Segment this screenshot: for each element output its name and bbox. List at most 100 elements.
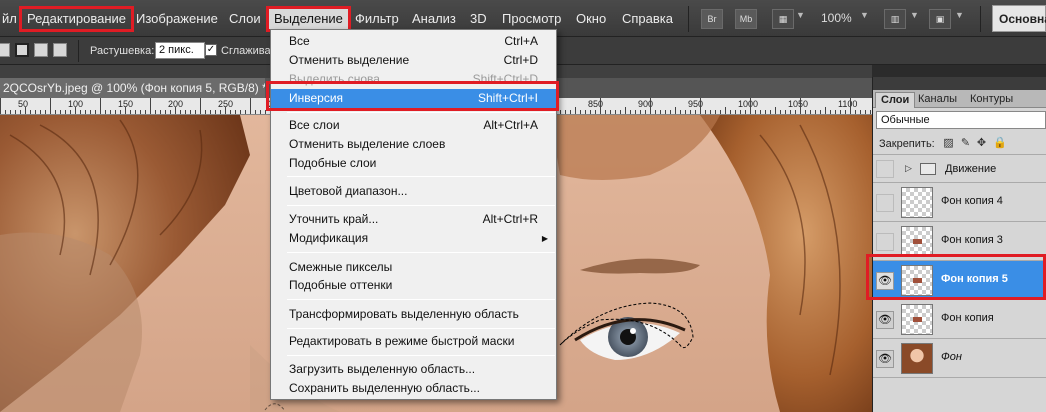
annotation-highlight-inverse [266, 81, 559, 111]
tab-layers[interactable]: Слои [875, 92, 916, 108]
workspace-switcher[interactable]: Основна [992, 5, 1046, 32]
ruler-tick [565, 110, 566, 114]
expand-triangle-icon[interactable]: ▷ [905, 163, 912, 174]
menu-item-label: Загрузить выделенную область... [289, 362, 476, 376]
layer-name[interactable]: Фон [941, 351, 962, 363]
menu-item-similar[interactable]: Подобные оттенки [271, 276, 556, 295]
new-selection-icon[interactable] [0, 43, 10, 57]
eye-icon[interactable]: 👁 [876, 311, 894, 329]
ruler-tick [750, 98, 751, 114]
menu-item-all-layers[interactable]: Все слои Alt+Ctrl+A [271, 116, 556, 135]
antialias-label: Сглаживан [221, 45, 277, 57]
layer-thumbnail [901, 304, 933, 335]
menu-item-color-range[interactable]: Цветовой диапазон... [271, 182, 556, 201]
ruler-tick [770, 110, 771, 114]
arrange-documents-icon[interactable]: ▥ [884, 9, 906, 29]
menu-item-transform-selection[interactable]: Трансформировать выделенную область [271, 305, 556, 324]
eye-icon[interactable]: 👁 [876, 350, 894, 368]
screen-mode-icon[interactable]: ▣ [929, 9, 951, 29]
menu-item-similar-layers[interactable]: Подобные слои [271, 154, 556, 173]
ruler-tick [135, 110, 136, 114]
menu-item-refine-edge[interactable]: Уточнить край... Alt+Ctrl+R [271, 210, 556, 229]
layer-thumbnail [901, 226, 933, 257]
menu-item-grow[interactable]: Смежные пикселы [271, 258, 556, 277]
ruler-tick [185, 110, 186, 114]
visibility-toggle[interactable] [876, 233, 894, 251]
lock-image-icon[interactable]: ✎ [960, 138, 971, 149]
menu-item-quick-mask[interactable]: Редактировать в режиме быстрой маски [271, 332, 556, 351]
menu-edit[interactable]: Редактирование [19, 6, 135, 32]
ruler-tick [45, 110, 46, 114]
visibility-toggle[interactable] [876, 194, 894, 212]
layer-row[interactable]: Фон копия 4 [873, 183, 1046, 222]
intersect-selection-icon[interactable] [53, 43, 67, 57]
ruler-tick [80, 110, 81, 114]
menu-item-label: Отменить выделение слоев [289, 137, 446, 151]
menu-item-select-all[interactable]: Все Ctrl+A [271, 32, 556, 51]
ruler-tick [85, 110, 86, 114]
mini-bridge-button[interactable]: Mb [735, 9, 757, 29]
menu-help[interactable]: Справка [617, 9, 678, 29]
folder-icon [920, 163, 936, 175]
options-divider [78, 40, 79, 62]
menu-item-deselect[interactable]: Отменить выделение Ctrl+D [271, 51, 556, 70]
lock-row: Закрепить: ▨ ✎ ✥ 🔒 [873, 133, 1046, 155]
add-to-selection-icon[interactable] [15, 43, 29, 57]
lock-transparency-icon[interactable]: ▨ [943, 138, 954, 149]
ruler-tick [700, 98, 701, 114]
subtract-from-selection-icon[interactable] [34, 43, 48, 57]
tab-paths[interactable]: Контуры [965, 92, 1018, 108]
ruler-tick [170, 110, 171, 114]
menu-item-save-selection[interactable]: Сохранить выделенную область... [271, 379, 556, 398]
ruler-tick [760, 110, 761, 114]
layer-row[interactable]: 👁 Фон [873, 339, 1046, 378]
layer-row-group[interactable]: ▷ Движение [873, 155, 1046, 183]
menu-item-deselect-layers[interactable]: Отменить выделение слоев [271, 135, 556, 154]
menu-analysis[interactable]: Анализ [407, 9, 461, 29]
ruler-tick [235, 110, 236, 114]
visibility-toggle[interactable] [876, 160, 894, 178]
ruler-tick [25, 107, 26, 114]
ruler-tick [165, 110, 166, 114]
ruler-tick [65, 110, 66, 114]
ruler-tick [870, 110, 871, 114]
ruler-tick [120, 110, 121, 114]
menu-item-modify[interactable]: Модификация ▶ [271, 229, 556, 248]
menu-layers[interactable]: Слои [224, 9, 266, 29]
layer-name[interactable]: Фон копия 4 [941, 195, 1003, 207]
antialias-checkbox[interactable]: ✓ [205, 44, 217, 56]
zoom-level[interactable]: 100% [821, 11, 852, 25]
ruler-tick [55, 110, 56, 114]
tab-channels[interactable]: Каналы [913, 92, 962, 108]
feather-input[interactable]: 2 пикс. [155, 42, 205, 59]
ruler-tick [580, 110, 581, 114]
menu-window[interactable]: Окно [571, 9, 611, 29]
document-tab[interactable]: 2QCOsrYb.jpeg @ 100% (Фон копия 5, RGB/8… [0, 78, 265, 98]
ruler-tick [805, 110, 806, 114]
layer-thumbnail [901, 187, 933, 218]
lock-all-icon[interactable]: 🔒 [993, 138, 1007, 149]
ruler-tick [150, 98, 151, 114]
layer-name[interactable]: Движение [945, 163, 996, 175]
layers-panel: Слои Каналы Контуры Обычные Закрепить: ▨… [872, 77, 1046, 412]
chevron-down-icon: ▼ [955, 10, 964, 20]
layer-row[interactable]: 👁 Фон копия [873, 300, 1046, 339]
ruler-tick [240, 110, 241, 114]
menu-item-load-selection[interactable]: Загрузить выделенную область... [271, 360, 556, 379]
extras-icon[interactable]: ▦ [772, 9, 794, 29]
ruler-tick [615, 110, 616, 114]
layer-name[interactable]: Фон копия 3 [941, 234, 1003, 246]
menu-item-label: Трансформировать выделенную область [289, 307, 519, 321]
ruler-tick [595, 110, 596, 114]
layer-name[interactable]: Фон копия [941, 312, 994, 324]
menu-3d[interactable]: 3D [465, 9, 492, 29]
blend-mode-select[interactable]: Обычные [876, 111, 1046, 129]
menu-view[interactable]: Просмотр [497, 9, 566, 29]
lock-position-icon[interactable]: ✥ [976, 138, 987, 149]
ruler-tick [180, 110, 181, 114]
menu-filter[interactable]: Фильтр [350, 9, 404, 29]
ruler-tick [605, 110, 606, 114]
menu-image[interactable]: Изображение [131, 9, 223, 29]
ruler-tick [0, 98, 1, 114]
bridge-button[interactable]: Br [701, 9, 723, 29]
